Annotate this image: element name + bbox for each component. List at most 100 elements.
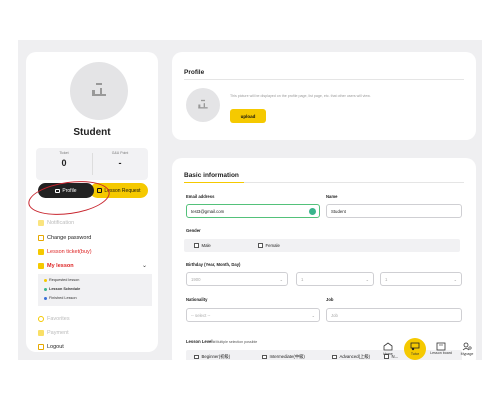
nav-tutor-label: Tutor (410, 352, 420, 356)
card-icon (38, 330, 44, 336)
profile-avatar (186, 88, 220, 122)
nav-mypage[interactable]: Mypage (456, 342, 478, 356)
nav-lesson-board-label: Lesson board (430, 351, 452, 355)
sidebar-item-payment[interactable]: Payment (38, 330, 69, 336)
checkbox-icon (262, 354, 267, 360)
birth-day-select[interactable]: 1 ⌄ (380, 272, 462, 286)
dot-icon (44, 287, 47, 291)
sidebar-item-label: Logout (47, 344, 64, 350)
level-label: Beginner(初級) (201, 354, 231, 359)
sidebar-card: Student Ticket 0 G&U Point - Lesson Requ… (26, 52, 158, 352)
user-name: Student (73, 127, 111, 138)
level-intermediate-option[interactable]: Intermediate(中級) (262, 354, 305, 360)
birth-year-value: 1900 (191, 276, 201, 282)
sidebar-item-label: Notification (47, 220, 75, 226)
gender-male-label: Male (201, 243, 211, 248)
chevron-down-icon: ⌄ (311, 313, 315, 318)
profile-title: Profile (184, 69, 205, 76)
sidebar-item-label: Payment (47, 330, 69, 336)
basic-info-title: Basic information (184, 172, 239, 179)
ticket-icon (38, 249, 44, 255)
profile-picture-note: This picture will be displayed on the pr… (230, 94, 371, 98)
birth-year-select[interactable]: 1900 ⌄ (186, 272, 288, 286)
mypage-icon (462, 342, 472, 351)
nationality-select[interactable]: -- select -- ⌄ (186, 308, 320, 322)
nav-tutor[interactable]: Tutor (404, 342, 426, 356)
job-label: Job (326, 297, 334, 302)
gender-label: Gender (186, 228, 201, 233)
nationality-value: -- select -- (191, 312, 211, 318)
gender-female-label: Female (265, 243, 280, 248)
lesson-level-text: Lesson Level (186, 339, 213, 344)
sidebar-item-lesson-ticket[interactable]: Lesson ticket(buy) (38, 249, 92, 255)
name-label: Name (326, 194, 338, 199)
email-label: Email address (186, 194, 215, 199)
point-stat: G&U Point - (92, 151, 148, 168)
submenu-label: Lesson Schedule (49, 287, 81, 291)
sidebar-item-change-password[interactable]: Change password (38, 235, 91, 241)
avatar-placeholder-icon (198, 99, 208, 109)
birthday-label: Birthday (Year, Month, Day) (186, 262, 241, 267)
chevron-down-icon: ⌄ (279, 277, 283, 282)
name-field[interactable]: Student (326, 204, 462, 218)
upload-button[interactable]: upload (230, 109, 266, 123)
gender-male-option[interactable]: Male (194, 243, 211, 248)
lesson-level-label: Lesson Level※Multiple selection possible (186, 339, 257, 344)
annotation-circle (26, 176, 112, 220)
dot-icon (44, 296, 47, 300)
nav-home-label: Home (383, 352, 393, 356)
basic-info-card: Basic information Email address test3@gm… (172, 158, 476, 360)
sidebar-item-favorites[interactable]: Favorites (38, 316, 70, 322)
checkbox-icon (194, 243, 199, 248)
ticket-label: Ticket (59, 151, 69, 155)
nav-lesson-board[interactable]: Lesson board (430, 342, 452, 356)
submenu-item-finished[interactable]: Finished Lesson (44, 296, 77, 300)
birth-month-select[interactable]: 1 ⌄ (296, 272, 374, 286)
logout-icon (38, 344, 44, 350)
heart-icon (38, 316, 44, 322)
submenu-item-schedule[interactable]: Lesson Schedule (44, 287, 80, 291)
level-label: Intermediate(中級) (269, 354, 305, 359)
checkbox-icon (258, 243, 263, 248)
nav-home[interactable]: Home (377, 342, 399, 356)
my-lesson-submenu: Requested lesson Lesson Schedule Finishe… (38, 274, 152, 306)
sidebar-item-logout[interactable]: Logout (38, 344, 64, 350)
lesson-level-note: ※Multiple selection possible (212, 340, 258, 344)
sidebar-item-label: My lesson (47, 263, 74, 269)
avatar-placeholder-icon (92, 83, 106, 96)
email-field[interactable]: test3@gmail.com (186, 204, 320, 218)
sidebar-item-notification[interactable]: Notification (38, 220, 74, 226)
sidebar-item-my-lesson[interactable]: My lesson (38, 263, 74, 269)
submenu-label: Requested lesson (49, 278, 80, 282)
avatar (70, 62, 128, 120)
gender-options: Male Female (184, 239, 460, 252)
nav-mypage-label: Mypage (460, 352, 474, 356)
dot-icon (44, 278, 47, 282)
nationality-label: Nationality (186, 297, 208, 302)
submenu-label: Finished Lesson (49, 296, 77, 300)
lock-icon (38, 235, 44, 241)
gender-female-option[interactable]: Female (258, 243, 280, 248)
job-field[interactable]: Job (326, 308, 462, 322)
sidebar-item-label: Change password (47, 235, 92, 241)
book-icon (38, 263, 44, 269)
checkbox-icon (332, 354, 337, 360)
submenu-item-requested[interactable]: Requested lesson (44, 278, 79, 282)
stats-box: Ticket 0 G&U Point - (36, 148, 148, 180)
home-icon (383, 342, 393, 351)
chevron-down-icon: ⌄ (453, 277, 457, 282)
level-advanced-option[interactable]: Advanced(上級) (332, 354, 370, 360)
chevron-down-icon[interactable]: ⌄ (142, 262, 147, 269)
sidebar-item-label: Favorites (47, 316, 70, 322)
job-placeholder: Job (331, 312, 338, 318)
tutor-icon (410, 342, 420, 351)
check-icon (309, 208, 316, 215)
app-stage: Student Ticket 0 G&U Point - Lesson Requ… (18, 40, 482, 360)
level-label: Advanced(上級) (339, 354, 371, 359)
profile-card: Profile This picture will be displayed o… (172, 52, 476, 140)
divider (184, 79, 464, 80)
level-beginner-option[interactable]: Beginner(初級) (194, 354, 230, 360)
birth-month-value: 1 (301, 276, 304, 282)
board-icon (436, 342, 446, 351)
ticket-stat: Ticket 0 (36, 151, 92, 168)
